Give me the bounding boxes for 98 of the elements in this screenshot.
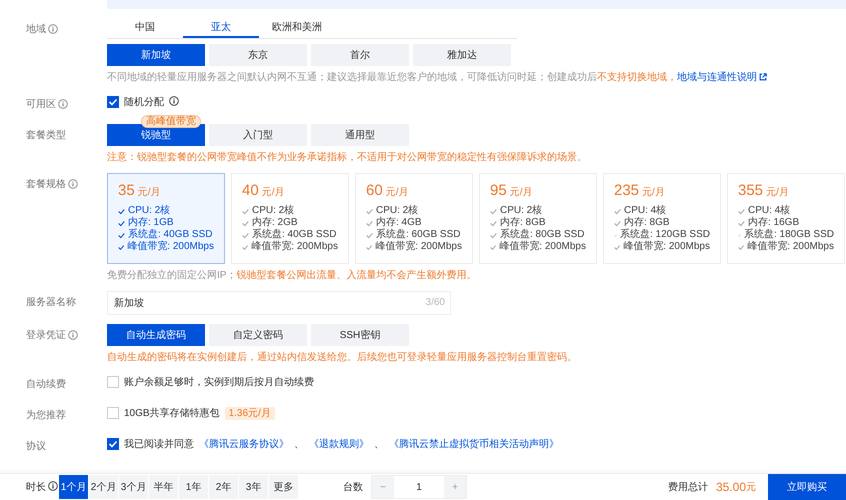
agreement-text: 我已阅读并同意	[124, 438, 194, 451]
spec-text: 内存: 1GB	[128, 217, 174, 228]
warning-text: 自动生成的密码将在实例创建后，通过站内信发送给您。后续您也可登录轻量应用服务器控制台重置密码。	[107, 351, 578, 364]
field-label: 服务器名称	[26, 296, 76, 309]
spec-text: CPU: 2核	[252, 205, 294, 216]
spec-text: 峰值带宽: 200Mbps	[251, 241, 338, 253]
spec-text: 峰值带宽: 200Mbps	[127, 241, 214, 253]
spec-text: CPU: 2核	[128, 205, 170, 216]
duration-option[interactable]: 3年	[239, 475, 268, 499]
price: 35	[118, 182, 135, 199]
credential-option[interactable]: SSH密钥	[311, 324, 409, 346]
credential-option[interactable]: 自动生成密码	[107, 324, 205, 346]
city-option[interactable]: 首尔	[311, 44, 409, 66]
credential-option[interactable]: 自定义密码	[209, 324, 307, 346]
price-unit: 元	[746, 481, 756, 494]
price-unit: 元/月	[386, 186, 408, 199]
spec-text: 峰值带宽: 200Mbps	[623, 241, 710, 253]
price: 60	[366, 182, 383, 199]
help-link[interactable]: 地域与连通性说明	[677, 72, 767, 83]
field-label: 套餐类型	[26, 128, 66, 142]
price: 40	[242, 182, 259, 199]
field-label: 地域	[26, 22, 46, 36]
spec-text: 系统盘: 120GB SSD	[620, 229, 710, 240]
spec-text: 系统盘: 40GB SSD	[252, 229, 336, 240]
checkbox[interactable]	[107, 438, 119, 450]
spec-text: 内存: 4GB	[376, 217, 422, 228]
plan-card[interactable]: 40 元/月 CPU: 2核 内存: 2GB 系统盘: 40GB SSD 峰值带宽: 200Mbps	[231, 173, 349, 264]
quantity-value: 1	[415, 482, 423, 492]
spec-text: 系统盘: 80GB SSD	[500, 229, 584, 240]
region-tab[interactable]: 亚太	[183, 18, 259, 38]
field-label: 登录凭证	[26, 329, 66, 342]
price-unit: 元/月	[642, 186, 665, 199]
agreement-link[interactable]: 《腾讯云禁止虚拟货币相关活动声明》	[389, 437, 559, 451]
field-label: 协议	[26, 440, 46, 453]
agreement-link[interactable]: 《腾讯云服务协议》	[199, 437, 289, 451]
plan-type-option[interactable]: 锐驰型	[107, 124, 205, 146]
agreement-text: 、	[374, 438, 384, 451]
character-counter: 3/60	[426, 297, 445, 309]
agreement-link[interactable]: 《退款规则》	[309, 437, 369, 451]
spec-text: 内存: 8GB	[624, 217, 670, 228]
field-label: 自动续费	[26, 378, 66, 391]
spec-text: 系统盘: 60GB SSD	[376, 229, 460, 240]
checkbox-label: 账户余额足够时，实例到期后按月自动续费	[124, 376, 314, 389]
total-label: 费用总计	[668, 480, 708, 494]
field-label: 时长	[26, 480, 46, 494]
city-option[interactable]: 新加坡	[107, 44, 205, 66]
total-price: 35.00	[716, 480, 746, 494]
duration-option[interactable]: 1个月	[59, 475, 88, 499]
region-tab[interactable]: 中国	[107, 18, 183, 38]
duration-option[interactable]: 半年	[149, 475, 178, 499]
plan-type-option[interactable]: 入门型	[209, 124, 307, 146]
spec-text: CPU: 4核	[748, 205, 790, 216]
duration-option[interactable]: 2年	[209, 475, 238, 499]
spec-text: CPU: 2核	[376, 205, 418, 216]
price: 355	[738, 182, 764, 199]
field-label: 套餐规格	[26, 178, 66, 191]
quantity-label: 台数	[343, 480, 363, 494]
field-label: 可用区	[26, 98, 56, 111]
price-unit: 元/月	[138, 186, 160, 199]
duration-option[interactable]: 更多	[269, 475, 298, 499]
price: 235	[614, 182, 640, 199]
duration-option[interactable]: 2个月	[89, 475, 118, 499]
city-option[interactable]: 雅加达	[413, 44, 511, 66]
duration-option[interactable]: 1年	[179, 475, 208, 499]
plan-card[interactable]: 235 元/月 CPU: 4核 内存: 8GB 系统盘: 120GB SSD 峰值带宽: 200Mbps	[603, 173, 721, 264]
hint-text: 不同地域的轻量应用服务器之间默认内网不互通；建议选择最靠近您客户的地域，可降低访问时延；创建成功后不支持切换地域，地域与连通性说明	[107, 71, 826, 84]
field-label: 为您推荐	[26, 408, 66, 422]
plan-type-option[interactable]: 通用型	[311, 124, 409, 146]
spec-text: CPU: 4核	[624, 205, 666, 216]
spec-text: 系统盘: 40GB SSD	[128, 229, 212, 240]
checkbox-label: 随机分配	[124, 96, 164, 109]
checkbox[interactable]	[107, 96, 119, 108]
spec-text: 峰值带宽: 200Mbps	[375, 241, 462, 253]
buy-now-button[interactable]: 立即购买	[768, 474, 846, 500]
spec-text: 峰值带宽: 200Mbps	[747, 241, 834, 253]
city-option[interactable]: 东京	[209, 44, 307, 66]
spec-text: 系统盘: 180GB SSD	[744, 229, 834, 240]
agreement-text: 、	[294, 438, 304, 451]
hint-text: 免费分配独立的固定公网IP；锐驰型套餐公网出流量、入流量均不会产生额外费用。	[107, 269, 478, 282]
spec-text: CPU: 2核	[500, 205, 542, 216]
price-tag: 1.36元/月	[224, 406, 275, 420]
price-unit: 元/月	[766, 186, 789, 199]
plan-card[interactable]: 60 元/月 CPU: 2核 内存: 4GB 系统盘: 60GB SSD 峰值带宽: 200Mbps	[355, 173, 473, 264]
price-unit: 元/月	[510, 186, 532, 199]
spec-text: 内存: 2GB	[252, 217, 298, 228]
plan-card[interactable]: 355 元/月 CPU: 4核 内存: 16GB 系统盘: 180GB SSD 峰值带宽: 200Mbps	[727, 173, 845, 264]
warning-text: 注意：锐驰型套餐的公网带宽峰值不作为业务承诺指标，不适用于对公网带宽的稳定性有强保障诉求的场景。	[107, 151, 588, 164]
spec-text: 峰值带宽: 200Mbps	[499, 241, 586, 253]
price-unit: 元/月	[262, 186, 284, 199]
spec-text: 内存: 8GB	[500, 217, 546, 228]
price: 95	[490, 182, 507, 199]
region-tab[interactable]: 欧洲和美洲	[259, 18, 335, 38]
plan-card[interactable]: 35 元/月 CPU: 2核 内存: 1GB 系统盘: 40GB SSD 峰值带宽: 200Mbps	[107, 173, 225, 264]
spec-text: 内存: 16GB	[748, 217, 800, 228]
duration-option[interactable]: 3个月	[119, 475, 148, 499]
badge: 高峰值带宽	[141, 115, 201, 128]
plan-card[interactable]: 95 元/月 CPU: 2核 内存: 8GB 系统盘: 80GB SSD 峰值带宽: 200Mbps	[479, 173, 597, 264]
checkbox-label: 10GB共享存储特惠包	[124, 406, 220, 420]
